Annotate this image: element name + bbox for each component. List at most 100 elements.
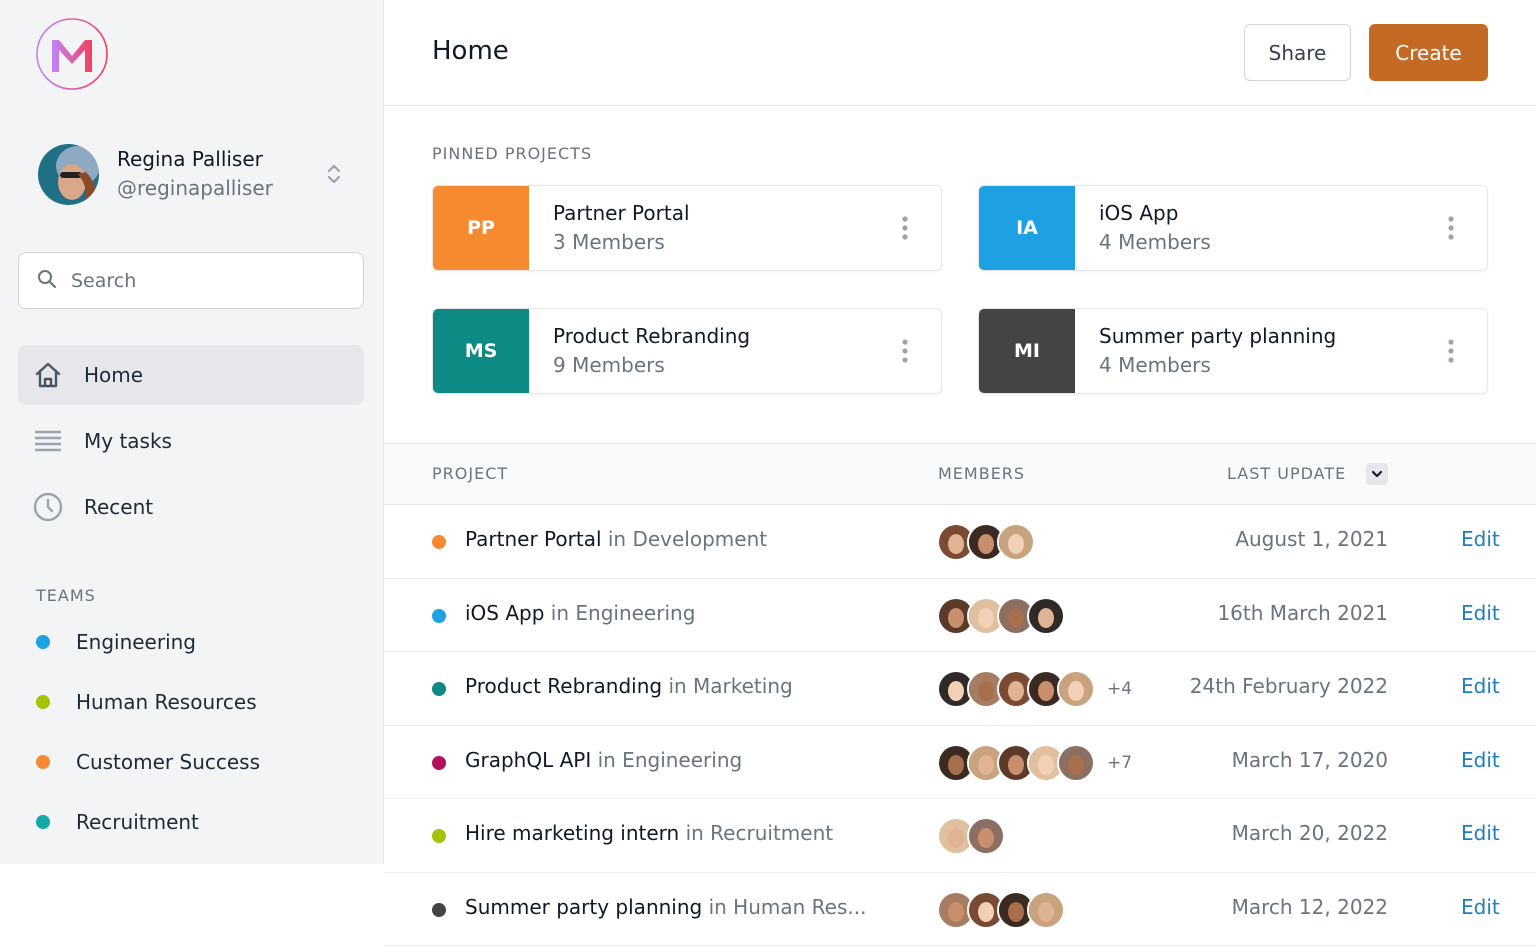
team-label: Recruitment [76, 810, 199, 834]
team-item-recruitment[interactable]: Recruitment [36, 792, 260, 852]
avatar [1027, 890, 1065, 929]
column-header-last-update[interactable]: LAST UPDATE [1227, 464, 1346, 483]
nav-item-recent[interactable]: Recent [18, 477, 364, 537]
more-members-count: +7 [1107, 752, 1133, 773]
nav-item-label: Recent [84, 495, 154, 519]
table-row[interactable]: iOS App in Engineering 16th March 2021 Edi… [384, 579, 1536, 652]
project-color-dot [432, 682, 446, 696]
last-update-date: August 1, 2021 [1235, 527, 1388, 551]
column-header-project[interactable]: PROJECT [432, 464, 508, 483]
pinned-project-card[interactable]: IA iOS App 4 Members [978, 185, 1488, 271]
team-color-dot [36, 635, 50, 649]
team-label: Engineering [76, 630, 196, 654]
project-name[interactable]: GraphQL API [465, 748, 591, 772]
team-item-customer-success[interactable]: Customer Success [36, 732, 260, 792]
pinned-project-card[interactable]: MS Product Rebranding 9 Members [432, 308, 942, 394]
project-name[interactable]: Summer party planning [465, 895, 702, 919]
project-initials-badge: IA [979, 186, 1075, 270]
project-title: Hire marketing intern in Recruitment [465, 821, 833, 845]
sidebar: Regina Palliser @reginapalliser Home My … [0, 0, 384, 864]
user-name: Regina Palliser [117, 147, 263, 171]
project-member-count: 3 Members [553, 230, 665, 254]
team-item-human-resources[interactable]: Human Resources [36, 672, 260, 732]
more-vertical-icon[interactable] [1415, 186, 1487, 270]
pinned-projects-heading: PINNED PROJECTS [432, 144, 593, 163]
clock-icon [32, 491, 64, 523]
project-title: iOS App in Engineering [465, 601, 695, 625]
edit-link[interactable]: Edit [1461, 821, 1500, 845]
project-member-count: 4 Members [1099, 230, 1211, 254]
list-icon [32, 425, 64, 457]
last-update-date: March 20, 2022 [1231, 821, 1388, 845]
nav-item-home[interactable]: Home [18, 345, 364, 405]
project-color-dot [432, 902, 446, 917]
project-team: in Marketing [668, 674, 793, 698]
chevron-up-down-icon[interactable] [324, 160, 344, 188]
nav-item-label: My tasks [84, 429, 172, 453]
avatar [1057, 670, 1095, 708]
member-avatars[interactable] [937, 890, 1065, 929]
table-row[interactable]: GraphQL API in Engineering +7 March 17, 20… [384, 726, 1536, 799]
last-update-date: March 12, 2022 [1231, 894, 1388, 919]
project-team: in Development [607, 527, 768, 551]
project-title: Partner Portal in Development [465, 527, 767, 551]
project-color-dot [432, 608, 446, 623]
edit-link[interactable]: Edit [1461, 895, 1500, 919]
project-name[interactable]: iOS App [465, 601, 544, 625]
table-row[interactable]: Product Rebranding in Marketing +4 24th Fe… [384, 652, 1536, 726]
pinned-project-card[interactable]: PP Partner Portal 3 Members [432, 185, 942, 271]
last-update-date: March 17, 2020 [1231, 747, 1388, 772]
team-color-dot [36, 695, 50, 709]
create-button[interactable]: Create [1369, 24, 1488, 81]
page-title: Home [432, 36, 509, 66]
avatar [38, 143, 99, 205]
project-initials-badge: PP [433, 186, 529, 270]
table-body: Partner Portal in Development August 1, 2… [384, 505, 1536, 946]
project-title: Summer party planning in Human Res... [465, 895, 866, 919]
user-profile-switcher[interactable]: Regina Palliser @reginapalliser [38, 143, 348, 205]
share-button[interactable]: Share [1244, 24, 1351, 81]
edit-link[interactable]: Edit [1461, 527, 1500, 551]
member-avatars[interactable] [937, 523, 1035, 561]
user-handle: @reginapalliser [117, 176, 273, 200]
table-row[interactable]: Hire marketing intern in Recruitment Marc… [384, 799, 1536, 873]
project-name[interactable]: Hire marketing intern [465, 821, 679, 845]
nav-item-my-tasks[interactable]: My tasks [18, 411, 364, 471]
member-avatars[interactable] [937, 596, 1065, 635]
project-member-count: 4 Members [1099, 353, 1211, 377]
edit-link[interactable]: Edit [1461, 748, 1500, 772]
more-vertical-icon[interactable] [869, 309, 941, 393]
team-label: Customer Success [76, 750, 261, 774]
member-avatars[interactable]: +7 [937, 743, 1133, 782]
more-members-count: +4 [1107, 679, 1133, 699]
edit-link[interactable]: Edit [1461, 601, 1500, 625]
table-row[interactable]: Summer party planning in Human Res... Mar… [384, 873, 1536, 946]
m-logo-icon[interactable] [36, 18, 108, 90]
search-box[interactable] [18, 252, 364, 309]
team-label: Human Resources [76, 690, 257, 714]
project-color-dot [432, 535, 446, 549]
chevron-down-icon[interactable] [1366, 463, 1388, 485]
team-color-dot [36, 755, 50, 769]
member-avatars[interactable] [937, 817, 1005, 855]
search-icon [37, 269, 57, 293]
avatar [1027, 596, 1065, 635]
edit-link[interactable]: Edit [1461, 674, 1500, 698]
project-name: iOS App [1099, 201, 1179, 225]
project-name[interactable]: Partner Portal [465, 527, 602, 551]
project-team: in Human Res... [708, 894, 867, 919]
search-input[interactable] [71, 269, 331, 292]
member-avatars[interactable]: +4 [937, 670, 1132, 708]
main-nav: Home My tasks Recent [18, 345, 364, 543]
project-color-dot [432, 755, 446, 770]
more-vertical-icon[interactable] [869, 186, 941, 270]
pinned-project-card[interactable]: MI Summer party planning 4 Members [978, 308, 1488, 394]
more-vertical-icon[interactable] [1415, 309, 1487, 393]
team-item-engineering[interactable]: Engineering [36, 612, 260, 672]
project-title: GraphQL API in Engineering [465, 748, 742, 772]
home-icon [32, 359, 64, 391]
table-row[interactable]: Partner Portal in Development August 1, 2… [384, 505, 1536, 579]
avatar [967, 817, 1005, 855]
project-name[interactable]: Product Rebranding [465, 674, 662, 698]
column-header-members[interactable]: MEMBERS [938, 464, 1025, 483]
